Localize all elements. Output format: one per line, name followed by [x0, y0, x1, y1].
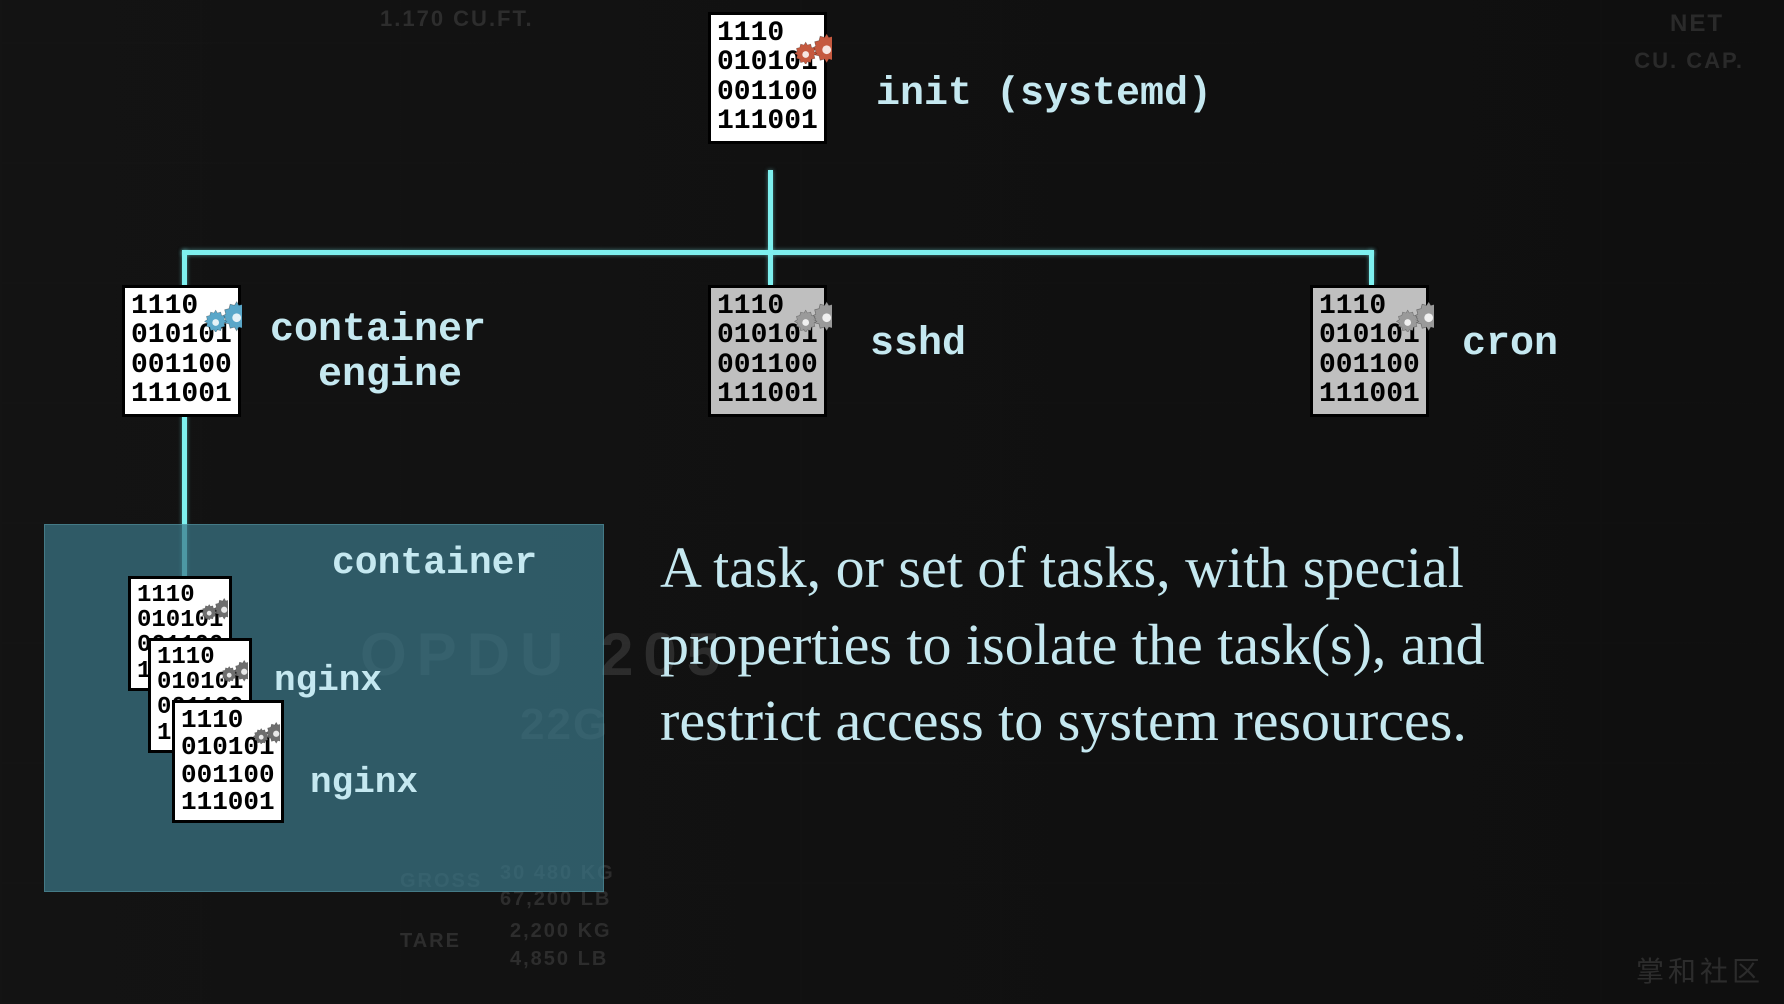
gear-icon: [188, 580, 228, 620]
description-text: A task, or set of tasks, with special pr…: [660, 530, 1580, 760]
watermark: 掌和社区: [1636, 950, 1764, 990]
node-label-sshd: sshd: [870, 322, 966, 367]
node-label-cron: cron: [1462, 322, 1558, 367]
connector-line: [1369, 250, 1374, 285]
connector-line: [182, 250, 1374, 255]
gear-icon: [208, 642, 248, 682]
gear-icon: [1378, 276, 1434, 332]
node-label-nginx: nginx: [274, 660, 382, 701]
gear-icon: [186, 276, 242, 332]
connector-line: [768, 170, 773, 250]
gear-icon: [776, 276, 832, 332]
node-label-container-engine: container engine: [270, 308, 486, 398]
container-title: container: [332, 542, 537, 585]
gear-icon: [240, 704, 280, 744]
diagram-stage: 1110 010101 001100 111001 init (systemd)…: [0, 0, 1784, 1004]
node-label-nginx: nginx: [310, 762, 418, 803]
node-label-init: init (systemd): [876, 72, 1212, 117]
gear-icon: [776, 8, 832, 64]
connector-line: [768, 250, 773, 285]
